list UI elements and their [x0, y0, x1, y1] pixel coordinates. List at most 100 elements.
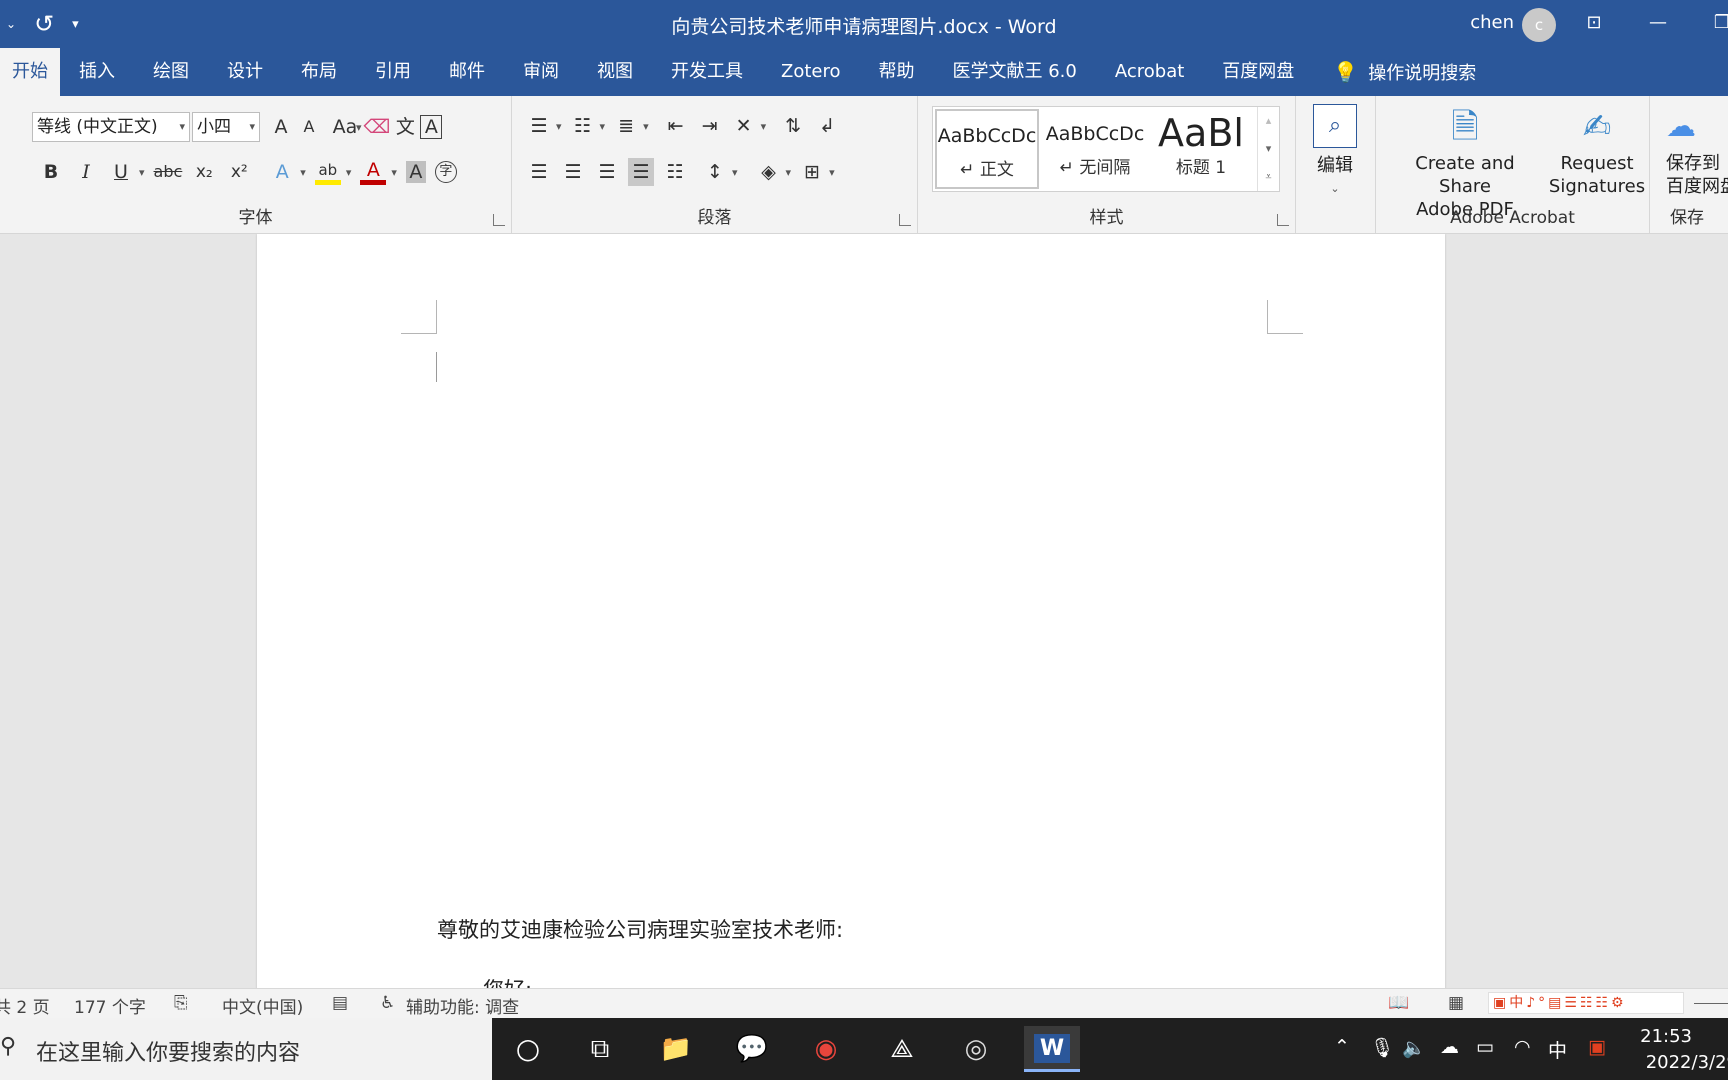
align-center-icon[interactable]: ☰ — [560, 158, 586, 186]
macro-icon[interactable]: ▤ — [332, 993, 348, 1013]
bullets-icon[interactable]: ☰ — [526, 112, 552, 140]
superscript-button[interactable]: x² — [226, 158, 252, 186]
align-right-icon[interactable]: ☰ — [594, 158, 620, 186]
tell-me-search[interactable]: 💡 操作说明搜索 — [1313, 48, 1476, 96]
font-size-select[interactable]: 小四 ▾ — [192, 112, 260, 142]
grow-font-icon[interactable]: A — [268, 113, 294, 141]
justify-icon[interactable]: ☰ — [628, 158, 654, 186]
distributed-icon[interactable]: ☷ — [662, 158, 688, 186]
multilevel-list-icon[interactable]: ≣ — [613, 112, 639, 140]
ime-app-icon[interactable]: ▣ — [1588, 1036, 1606, 1058]
tab-medical-literature[interactable]: 医学文献王 6.0 — [934, 48, 1096, 96]
onedrive-icon[interactable]: ☁ — [1440, 1036, 1459, 1058]
underline-button[interactable]: U — [108, 158, 134, 186]
tab-mailings[interactable]: 邮件 — [430, 48, 504, 96]
text-effects-icon[interactable]: A — [269, 158, 295, 186]
shading-icon[interactable]: ◈ — [756, 158, 782, 186]
show-formatting-icon[interactable]: ↲ — [814, 112, 840, 140]
strikethrough-button[interactable]: abc — [154, 158, 183, 186]
chevron-up-icon[interactable]: ⌃ — [1334, 1036, 1350, 1058]
search-input[interactable]: 在这里输入你要搜索的内容 — [36, 1035, 300, 1067]
font-dialog-launcher[interactable] — [493, 214, 505, 226]
print-layout-icon[interactable]: ▦ — [1448, 993, 1464, 1013]
ribbon-display-icon[interactable]: ⊡ — [1574, 8, 1614, 38]
proofing-icon[interactable]: ⎘ — [174, 993, 188, 1013]
volume-icon[interactable]: 🔈 — [1402, 1036, 1426, 1059]
tab-draw[interactable]: 绘图 — [134, 48, 208, 96]
tab-review[interactable]: 审阅 — [504, 48, 578, 96]
style-no-spacing[interactable]: AaBbCcDc ↵ 无间隔 — [1043, 109, 1147, 189]
more-styles-icon[interactable]: ⩡ — [1258, 163, 1279, 191]
tab-acrobat[interactable]: Acrobat — [1096, 48, 1203, 96]
align-left-icon[interactable]: ☰ — [526, 158, 552, 186]
numbering-icon[interactable]: ☷ — [570, 112, 596, 140]
font-color-icon[interactable]: A — [360, 159, 387, 185]
microphone-icon[interactable]: 🎙 — [1370, 1036, 1394, 1059]
minimize-button[interactable]: — — [1638, 8, 1678, 38]
tab-references[interactable]: 引用 — [356, 48, 430, 96]
word-count[interactable]: 177 个字 — [74, 993, 146, 1018]
taskbar-search[interactable]: ⚲ 在这里输入你要搜索的内容 — [0, 1018, 492, 1080]
clear-formatting-icon[interactable]: ⌫ — [364, 113, 391, 141]
file-explorer-icon[interactable]: 📁 — [648, 1026, 704, 1072]
increase-indent-icon[interactable]: ⇥ — [697, 112, 723, 140]
task-view-icon[interactable]: ⧉ — [572, 1026, 628, 1072]
create-share-pdf-button[interactable]: 🗎 Create and Share Adobe PDF — [1390, 102, 1540, 221]
wechat-icon[interactable]: 💬 — [724, 1026, 780, 1072]
avatar[interactable]: c — [1522, 8, 1556, 42]
tab-help[interactable]: 帮助 — [860, 48, 934, 96]
tab-baidu-netdisk[interactable]: 百度网盘 — [1203, 48, 1313, 96]
chrome-icon[interactable]: ◉ — [798, 1026, 854, 1072]
accessibility-status[interactable]: 辅助功能: 调查 — [406, 993, 519, 1018]
chevron-up-icon[interactable]: ▴ — [1258, 107, 1279, 135]
tab-design[interactable]: 设计 — [208, 48, 282, 96]
tab-developer[interactable]: 开发工具 — [652, 48, 762, 96]
ime-toolbar[interactable]: ▣中♪°▤☰☷☷⚙ — [1488, 992, 1684, 1014]
enclose-characters-icon[interactable]: 字 — [434, 161, 457, 183]
line-spacing-icon[interactable]: ↕ — [702, 158, 728, 186]
character-shading-icon[interactable]: A — [405, 161, 426, 183]
tab-insert[interactable]: 插入 — [60, 48, 134, 96]
shrink-font-icon[interactable]: A — [296, 113, 322, 141]
restore-button[interactable]: ❐ — [1702, 8, 1728, 38]
acrobat-icon[interactable]: ⟁ — [874, 1026, 930, 1072]
read-mode-icon[interactable]: 📖 — [1388, 993, 1409, 1013]
zoom-slider[interactable] — [1694, 1003, 1728, 1004]
screen-recorder-icon[interactable]: ◎ — [948, 1026, 1004, 1072]
page-count[interactable]: 共 2 页 — [0, 993, 50, 1018]
language-indicator[interactable]: 中文(中国) — [222, 993, 303, 1018]
paragraph-dialog-launcher[interactable] — [899, 214, 911, 226]
asian-layout-icon[interactable]: ✕ — [731, 112, 757, 140]
phonetic-guide-icon[interactable]: 文 — [392, 113, 418, 141]
subscript-button[interactable]: x₂ — [191, 158, 217, 186]
ime-indicator[interactable]: 中 — [1548, 1036, 1567, 1063]
italic-button[interactable]: I — [73, 158, 99, 186]
style-normal[interactable]: AaBbCcDc ↵ 正文 — [935, 109, 1039, 189]
tab-layout[interactable]: 布局 — [282, 48, 356, 96]
tab-zotero[interactable]: Zotero — [762, 48, 860, 96]
document-page[interactable]: 尊敬的艾迪康检验公司病理实验室技术老师: 您好: — [257, 234, 1445, 988]
bold-button[interactable]: B — [38, 158, 64, 186]
chevron-down-icon[interactable]: ▾ — [1258, 135, 1279, 163]
battery-icon[interactable]: ▭ — [1476, 1036, 1494, 1058]
decrease-indent-icon[interactable]: ⇤ — [663, 112, 689, 140]
save-to-baidu-button[interactable]: ☁ 保存到 百度网盘 — [1666, 102, 1728, 198]
highlight-icon[interactable]: ab — [314, 159, 341, 185]
borders-icon[interactable]: ⊞ — [799, 158, 825, 186]
styles-dialog-launcher[interactable] — [1277, 214, 1289, 226]
accessibility-icon[interactable]: ♿ — [380, 993, 395, 1013]
character-border-icon[interactable]: A — [420, 115, 443, 139]
tab-home[interactable]: 开始 — [0, 48, 60, 96]
editing-button[interactable]: ⌕ 编辑 ⌄ — [1310, 104, 1360, 200]
style-heading-1[interactable]: AaBl 标题 1 — [1149, 109, 1253, 189]
font-name-select[interactable]: 等线 (中文正文) ▾ — [32, 112, 190, 142]
change-case-icon[interactable]: Aa — [332, 113, 358, 141]
tab-view[interactable]: 视图 — [578, 48, 652, 96]
word-icon[interactable]: W — [1024, 1026, 1080, 1072]
wifi-icon[interactable]: ◠ — [1514, 1036, 1531, 1058]
request-signatures-button[interactable]: ✍ Request Signatures — [1542, 102, 1652, 198]
account-name[interactable]: chen — [1470, 12, 1514, 33]
sort-icon[interactable]: ⇅ — [780, 112, 806, 140]
styles-scroll[interactable]: ▴ ▾ ⩡ — [1257, 107, 1279, 191]
clock[interactable]: 21:53 2022/3/29 — [1640, 1024, 1728, 1076]
